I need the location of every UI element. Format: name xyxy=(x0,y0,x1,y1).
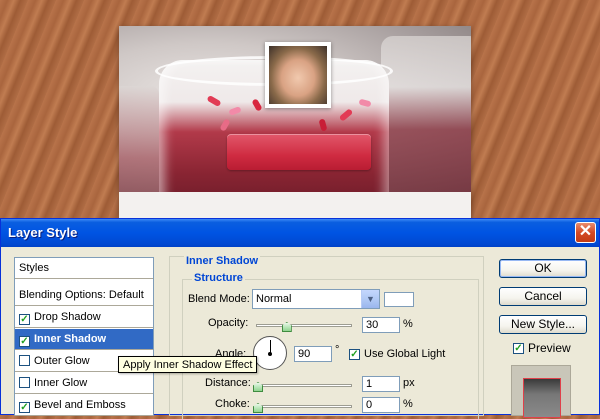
styles-list-item-inner-shadow[interactable]: ✓ Inner Shadow xyxy=(15,329,153,350)
angle-input[interactable]: 90 xyxy=(294,346,332,362)
list-item-label: Blending Options: Default xyxy=(19,289,144,301)
angle-dial[interactable] xyxy=(253,336,287,370)
cupcake-photo xyxy=(119,26,471,192)
choke-label: Choke: xyxy=(215,398,250,410)
cancel-button[interactable]: Cancel xyxy=(499,287,587,306)
document-canvas xyxy=(119,26,471,226)
choke-input[interactable]: 0 xyxy=(362,397,400,413)
angle-unit: ° xyxy=(335,344,340,356)
ok-button[interactable]: OK xyxy=(499,259,587,278)
preview-checkbox[interactable]: ✓ xyxy=(513,343,524,354)
styles-list: Styles Blending Options: Default ✓ Drop S… xyxy=(14,257,154,416)
choke-slider[interactable] xyxy=(256,405,352,408)
angle-value: 90 xyxy=(298,348,311,360)
inner-shadow-checkbox[interactable]: ✓ xyxy=(19,336,30,347)
background-jar-right xyxy=(381,36,471,192)
structure-title: Structure xyxy=(192,272,245,284)
canvas-red-button xyxy=(227,134,371,170)
drop-shadow-checkbox[interactable]: ✓ xyxy=(19,314,30,325)
opacity-slider[interactable] xyxy=(256,324,352,327)
preview-swatch xyxy=(523,378,561,418)
avatar xyxy=(265,42,331,108)
section-title: Inner Shadow xyxy=(184,255,261,267)
tooltip: Apply Inner Shadow Effect xyxy=(118,356,258,373)
opacity-label: Opacity: xyxy=(208,317,249,329)
outer-glow-checkbox[interactable] xyxy=(19,355,30,366)
opacity-unit: % xyxy=(403,318,413,330)
list-item-label: Bevel and Emboss xyxy=(34,399,126,411)
opacity-input[interactable]: 30 xyxy=(362,317,400,333)
dialog-titlebar[interactable]: Layer Style ✕ xyxy=(1,219,599,247)
styles-list-item-drop-shadow[interactable]: ✓ Drop Shadow xyxy=(15,307,153,328)
list-item-label: Outer Glow xyxy=(34,355,90,367)
use-global-light-checkbox[interactable]: ✓ xyxy=(349,349,360,360)
blend-mode-value: Normal xyxy=(256,293,292,305)
use-global-light-label: Use Global Light xyxy=(364,348,446,360)
list-item-label: Inner Shadow xyxy=(34,333,107,345)
list-item-label: Inner Glow xyxy=(34,377,88,389)
styles-list-item-blending-options[interactable]: Blending Options: Default xyxy=(15,285,153,306)
style-preview xyxy=(511,365,571,418)
choke-value: 0 xyxy=(366,399,373,411)
portrait-image xyxy=(269,46,327,104)
inner-glow-checkbox[interactable] xyxy=(19,377,30,388)
close-button[interactable]: ✕ xyxy=(575,222,596,243)
opacity-value: 30 xyxy=(366,319,379,331)
distance-input[interactable]: 1 xyxy=(362,376,400,392)
new-style-button[interactable]: New Style... xyxy=(499,315,587,334)
styles-list-item-inner-glow[interactable]: Inner Glow xyxy=(15,373,153,394)
preview-label: Preview xyxy=(528,341,571,355)
distance-unit: px xyxy=(403,377,415,389)
distance-value: 1 xyxy=(366,378,373,390)
shadow-color-swatch[interactable] xyxy=(384,292,414,307)
dialog-title: Layer Style xyxy=(8,225,78,240)
layer-style-dialog: Layer Style ✕ Styles Blending Options: D… xyxy=(0,218,600,419)
list-item-label: Styles xyxy=(19,262,49,274)
styles-list-item-styles[interactable]: Styles xyxy=(15,258,153,279)
background-jar-left xyxy=(119,86,159,192)
chevron-down-icon[interactable]: ▼ xyxy=(361,290,379,308)
angle-hub xyxy=(268,352,272,356)
styles-list-item-bevel-and-emboss[interactable]: ✓ Bevel and Emboss xyxy=(15,395,153,416)
choke-unit: % xyxy=(403,398,413,410)
blend-mode-select[interactable]: Normal ▼ xyxy=(252,289,380,309)
blend-mode-label: Blend Mode: xyxy=(188,293,250,305)
close-icon: ✕ xyxy=(578,223,593,240)
list-item-label: Drop Shadow xyxy=(34,311,101,323)
bevel-and-emboss-checkbox[interactable]: ✓ xyxy=(19,402,30,413)
distance-slider[interactable] xyxy=(256,384,352,387)
distance-label: Distance: xyxy=(205,377,251,389)
inner-shadow-panel: Inner Shadow Structure Blend Mode: Norma… xyxy=(169,255,484,419)
